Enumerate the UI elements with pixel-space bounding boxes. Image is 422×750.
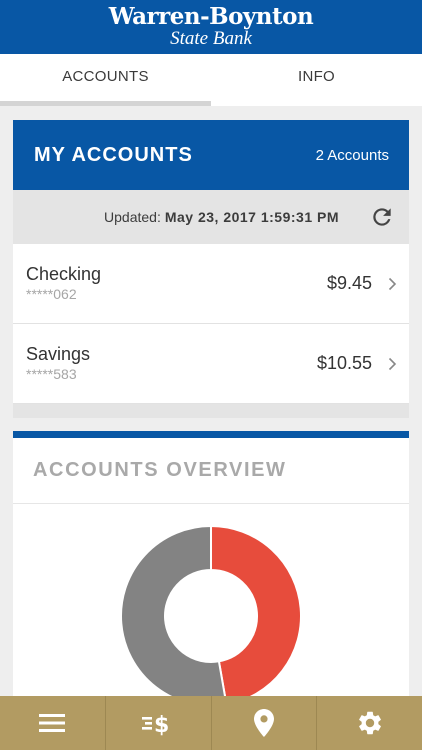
accounts-overview-card: ACCOUNTS OVERVIEW bbox=[13, 431, 409, 707]
app-header: Warren-Boynton State Bank bbox=[0, 0, 422, 54]
location-pin-icon bbox=[253, 709, 274, 737]
account-info: Savings *****583 bbox=[26, 344, 317, 383]
chevron-right-icon bbox=[388, 277, 397, 290]
my-accounts-card: MY ACCOUNTS 2 Accounts Updated: May 23, 2… bbox=[13, 120, 409, 418]
account-name: Checking bbox=[26, 264, 102, 284]
account-number-masked: *****062 bbox=[26, 286, 77, 302]
accounts-donut-chart bbox=[120, 524, 303, 707]
updated-value: May 23, 2017 1:59:31 PM bbox=[164, 209, 339, 225]
nav-menu-button[interactable] bbox=[0, 696, 106, 750]
updated-timestamp: Updated: May 23, 2017 1:59:31 PM bbox=[104, 209, 339, 225]
updated-label: Updated: bbox=[104, 209, 161, 225]
bottom-nav: $ bbox=[0, 696, 422, 750]
account-count: 2 Accounts bbox=[315, 146, 389, 164]
tab-accounts-label: ACCOUNTS bbox=[62, 68, 149, 85]
account-row-checking[interactable]: Checking *****062 $9.45 bbox=[13, 244, 409, 324]
account-info: Checking *****062 bbox=[26, 264, 327, 303]
menu-icon bbox=[39, 714, 66, 732]
donut-slice-checking bbox=[210, 524, 303, 706]
nav-settings-button[interactable] bbox=[317, 696, 422, 750]
tab-bar: ACCOUNTS INFO bbox=[0, 54, 422, 106]
bank-name: Warren-Boynton bbox=[108, 3, 314, 30]
nav-transfer-button[interactable]: $ bbox=[106, 696, 212, 750]
card-footer bbox=[13, 404, 409, 418]
account-balance: $9.45 bbox=[326, 273, 372, 293]
account-row-savings[interactable]: Savings *****583 $10.55 bbox=[13, 324, 409, 404]
svg-text:$: $ bbox=[154, 713, 169, 736]
account-number-masked: *****583 bbox=[26, 366, 77, 382]
chevron-right-icon bbox=[388, 357, 397, 370]
updated-bar: Updated: May 23, 2017 1:59:31 PM bbox=[13, 190, 409, 244]
tab-accounts[interactable]: ACCOUNTS bbox=[0, 54, 211, 106]
bank-name-subtitle: State Bank bbox=[170, 28, 252, 49]
account-name: Savings bbox=[26, 344, 91, 364]
settings-gear-icon bbox=[358, 711, 381, 735]
donut-slice-savings bbox=[120, 524, 228, 707]
transfer-money-icon: $ bbox=[142, 713, 169, 736]
overview-title: ACCOUNTS OVERVIEW bbox=[13, 438, 409, 504]
refresh-icon[interactable] bbox=[369, 204, 395, 230]
account-balance: $10.55 bbox=[316, 353, 372, 373]
tab-info[interactable]: INFO bbox=[211, 54, 422, 106]
my-accounts-title: MY ACCOUNTS bbox=[34, 143, 193, 166]
nav-locations-button[interactable] bbox=[212, 696, 318, 750]
my-accounts-header: MY ACCOUNTS 2 Accounts bbox=[13, 120, 409, 190]
tab-info-label: INFO bbox=[297, 68, 336, 85]
active-tab-indicator bbox=[0, 101, 211, 106]
